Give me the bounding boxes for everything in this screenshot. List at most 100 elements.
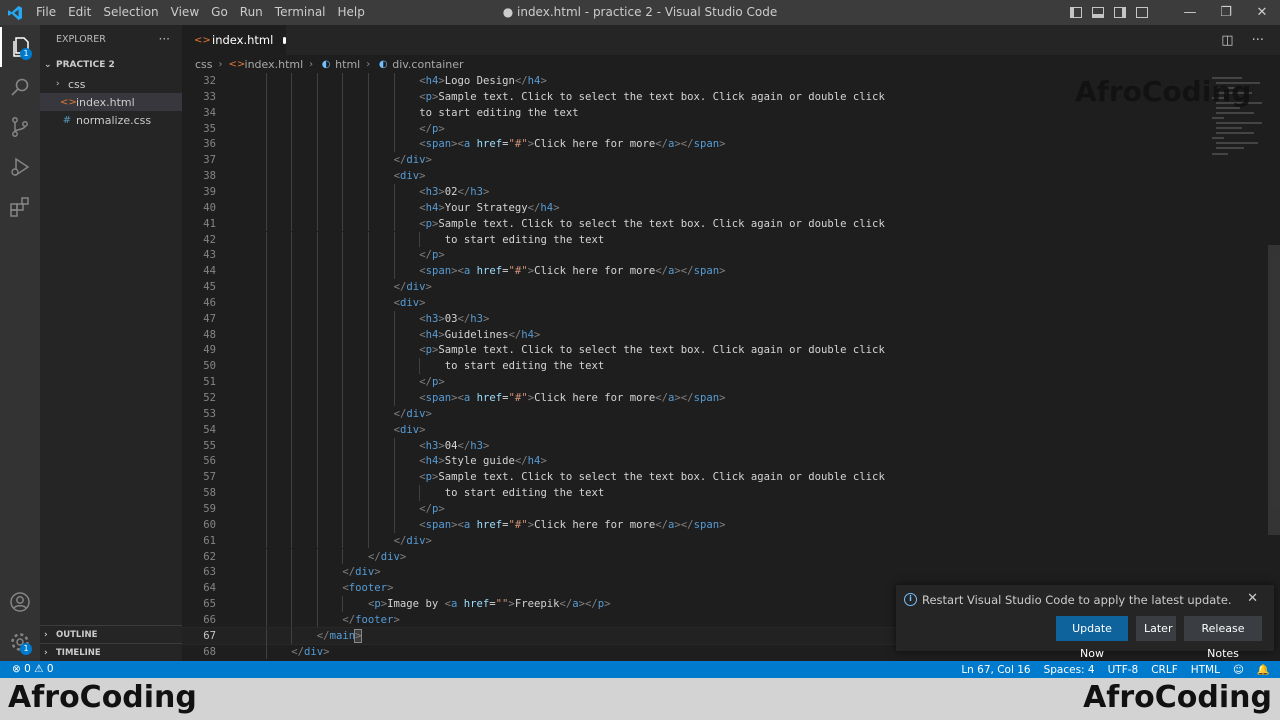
end-of-line[interactable]: CRLF [1151,664,1178,676]
problems-indicator[interactable]: ⊗ 0 ⚠ 0 [12,661,54,678]
toggle-sidebar-icon[interactable] [1070,7,1082,18]
menu-go[interactable]: Go [205,0,234,25]
indent-guide [316,88,318,105]
editor-scrollbar[interactable] [1268,245,1280,535]
menu-edit[interactable]: Edit [62,0,97,25]
more-actions-icon[interactable]: ··· [159,32,170,46]
explorer-icon[interactable]: 1 [0,27,40,67]
notifications-bell-icon[interactable]: 🔔 [1257,663,1270,676]
restore-button[interactable]: ❐ [1208,5,1244,20]
code-line[interactable]: 35 </p> [182,120,1192,137]
code-line[interactable]: 37 </div> [182,152,1192,169]
release-notes-button[interactable]: Release Notes [1184,616,1262,660]
indent-guide [368,247,369,264]
unsaved-dot-icon[interactable] [283,36,286,44]
language-mode[interactable]: HTML [1191,664,1220,676]
code-line[interactable]: 46 <div> [182,294,1192,311]
tab-index-html[interactable]: <> index.html [182,25,286,55]
feedback-icon[interactable]: ☺ [1233,664,1244,676]
code-line[interactable]: 59 </p> [182,500,1192,517]
customize-layout-icon[interactable] [1136,7,1148,18]
code-line[interactable]: 52 <span><a href="#">Click here for more<… [182,390,1192,406]
code-line[interactable]: 34 to start editing the text [182,104,1192,121]
code-line[interactable]: 45 </div> [182,279,1192,295]
code-line[interactable]: 62 </div> [182,548,1192,565]
code-line[interactable]: 51 </p> [182,374,1192,390]
more-actions-icon[interactable]: ··· [1252,33,1264,48]
indent-guide [368,263,369,280]
run-debug-icon[interactable] [0,147,40,187]
code-line[interactable]: 57 <p>Sample text. Click to select the te… [182,469,1192,486]
code-text: <p>Sample text. Click to select the text… [419,471,885,484]
code-line[interactable]: 49 <p>Sample text. Click to select the te… [182,342,1192,359]
indent-guide [368,358,369,375]
code-line[interactable]: 50 to start editing the text [182,358,1192,375]
outline-section[interactable]: › OUTLINE [40,625,182,643]
extensions-icon[interactable] [0,187,40,227]
tree-folder-css[interactable]: › css [40,75,182,93]
code-editor[interactable]: 32 <h4>Logo Design</h4> 33 <p>Sample text. … [182,73,1280,661]
code-line[interactable]: 61 </div> [182,532,1192,549]
code-line[interactable]: 41 <p>Sample text. Click to select the te… [182,215,1192,232]
code-line[interactable]: 54 <div> [182,421,1192,438]
menu-run[interactable]: Run [234,0,269,25]
code-line[interactable]: 48 <h4>Guidelines</h4> [182,326,1192,343]
code-line[interactable]: 55 <h3>04</h3> [182,437,1192,454]
code-line[interactable]: 58 to start editing the text [182,485,1192,501]
code-line[interactable]: 53 </div> [182,405,1192,422]
toggle-panel-icon[interactable] [1092,7,1104,18]
breadcrumb-item[interactable]: div.container [392,58,463,71]
code-line[interactable]: 32 <h4>Logo Design</h4> [182,73,1192,89]
menu-help[interactable]: Help [332,0,371,25]
explorer-header: EXPLORER ··· [40,25,182,53]
menu-terminal[interactable]: Terminal [269,0,332,25]
accounts-icon[interactable] [0,582,40,622]
code-line[interactable]: 56 <h4>Style guide</h4> [182,453,1192,470]
indent-guide [316,279,318,295]
timeline-section[interactable]: › TIMELINE [40,643,182,661]
close-window-button[interactable]: ✕ [1244,5,1280,20]
code-line[interactable]: 44 <span><a href="#">Click here for more<… [182,263,1192,280]
code-line[interactable]: 36 <span><a href="#">Click here for more<… [182,136,1192,153]
code-line[interactable]: 47 <h3>03</h3> [182,310,1192,327]
toggle-secondary-sidebar-icon[interactable] [1114,7,1126,18]
menu-file[interactable]: File [30,0,62,25]
code-line[interactable]: 43 </p> [182,247,1192,264]
breadcrumb-item[interactable]: html [335,58,360,71]
menu-selection[interactable]: Selection [97,0,164,25]
manage-gear-icon[interactable]: 1 [0,622,40,662]
code-text: <div> [393,296,426,309]
code-line[interactable]: 63 </div> [182,564,1192,581]
minimize-button[interactable]: — [1172,5,1208,20]
indentation[interactable]: Spaces: 4 [1044,664,1095,676]
breadcrumb-item[interactable]: css [195,58,213,71]
cursor-position[interactable]: Ln 67, Col 16 [961,664,1030,676]
line-number: 35 [203,122,216,135]
project-folder[interactable]: ⌄ PRACTICE 2 [40,55,182,75]
breadcrumb-item[interactable]: index.html [245,58,304,71]
later-button[interactable]: Later [1136,616,1176,641]
split-editor-icon[interactable]: ◫ [1221,33,1233,48]
line-number: 57 [203,471,216,484]
encoding[interactable]: UTF-8 [1108,664,1139,676]
code-line[interactable]: 39 <h3>02</h3> [182,183,1192,200]
element-symbol-icon: ◐ [378,58,388,70]
code-line[interactable]: 38 <div> [182,168,1192,184]
vscode-logo-icon [0,0,30,25]
code-line[interactable]: 33 <p>Sample text. Click to select the te… [182,88,1192,105]
line-number: 49 [203,344,216,357]
indent-guide [291,437,293,454]
tree-file-normalize-css[interactable]: # normalize.css [40,111,182,129]
indent-guide [316,500,318,517]
update-now-button[interactable]: Update Now [1056,616,1128,660]
indent-guide [265,104,267,121]
source-control-icon[interactable] [0,107,40,147]
close-icon[interactable]: ✕ [1247,591,1258,606]
code-line[interactable]: 40 <h4>Your Strategy</h4> [182,199,1192,216]
search-icon[interactable] [0,67,40,107]
line-number: 48 [203,328,216,341]
menu-view[interactable]: View [165,0,205,25]
tree-file-index-html[interactable]: <> index.html [40,93,182,111]
code-line[interactable]: 42 to start editing the text [182,231,1192,248]
code-line[interactable]: 60 <span><a href="#">Click here for more<… [182,516,1192,533]
